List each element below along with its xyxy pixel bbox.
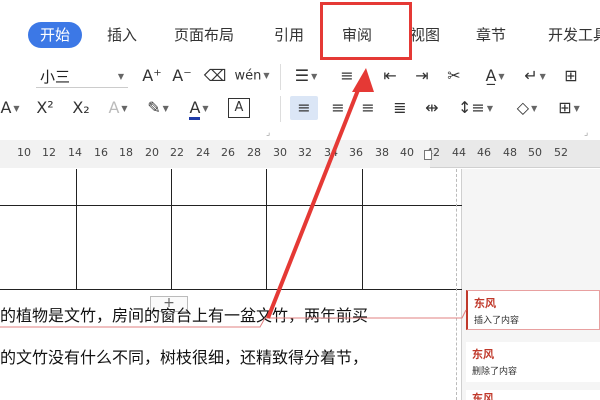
annotation-arrow-icon: [0, 68, 467, 328]
arrow-head: [352, 68, 374, 92]
arrow-shaft: [266, 79, 364, 319]
revision-connector-line: [0, 309, 467, 328]
